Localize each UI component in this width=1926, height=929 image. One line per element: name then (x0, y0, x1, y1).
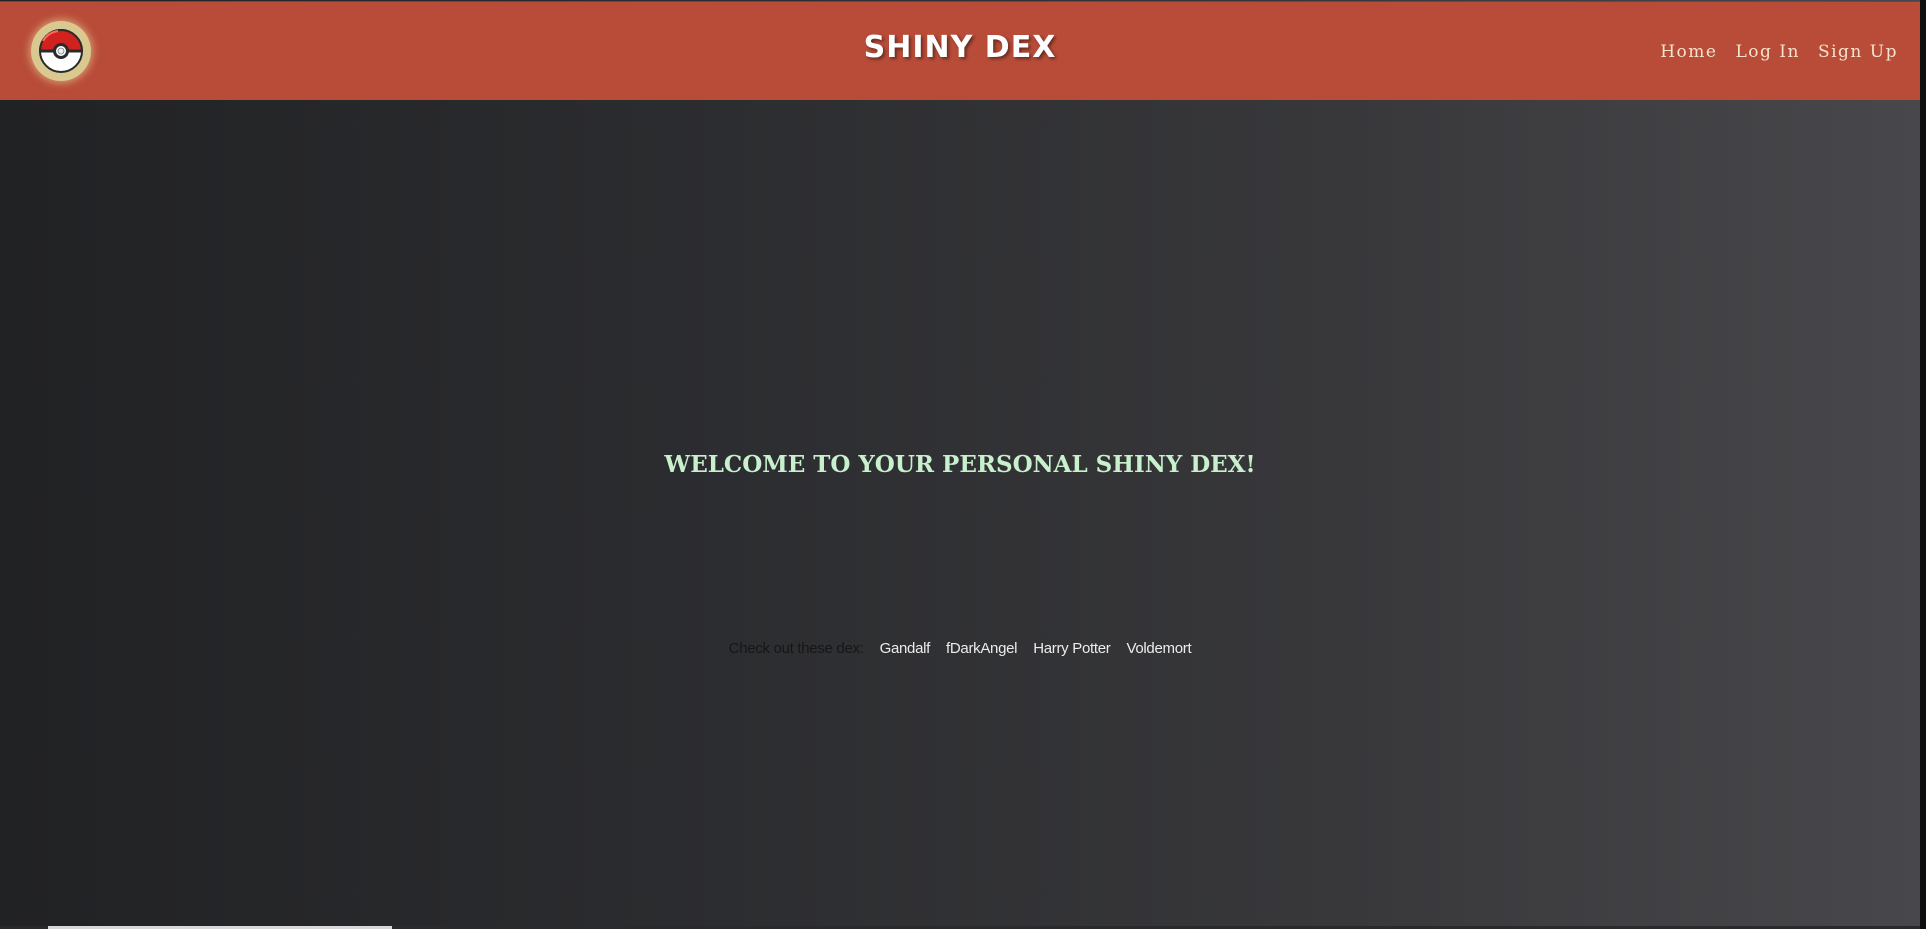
site-title: SHINY DEX (863, 30, 1057, 65)
nav-home-link[interactable]: Home (1660, 42, 1717, 62)
dex-link-gandalf[interactable]: Gandalf (880, 640, 931, 657)
dex-link-voldemort[interactable]: Voldemort (1126, 640, 1191, 657)
featured-dex-label: Check out these dex: (728, 640, 864, 657)
nav-signup-link[interactable]: Sign Up (1818, 42, 1898, 62)
window-edge (1920, 0, 1926, 929)
dex-link-harry-potter[interactable]: Harry Potter (1033, 640, 1111, 657)
page: SHINY DEX Home Log In Sign Up WELCOME TO… (0, 0, 1920, 929)
welcome-heading: WELCOME TO YOUR PERSONAL SHINY DEX! (664, 451, 1256, 478)
nav-login-link[interactable]: Log In (1735, 42, 1799, 62)
dex-link-fdarkangel[interactable]: fDarkAngel (946, 640, 1018, 657)
featured-dex-list: Check out these dex: Gandalf fDarkAngel … (0, 640, 1920, 657)
site-header: SHINY DEX Home Log In Sign Up (0, 1, 1920, 100)
main-nav: Home Log In Sign Up (1660, 42, 1898, 62)
